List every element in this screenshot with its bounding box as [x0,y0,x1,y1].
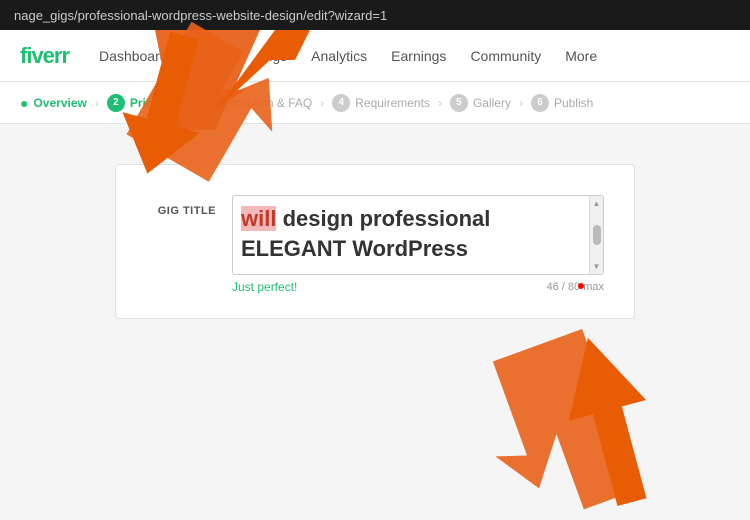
step-description-num: 3 [191,94,209,112]
nav-item-gigs[interactable]: Gigs [258,48,287,64]
gig-title-input[interactable]: will design professionalELEGANT WordPres… [232,195,604,275]
step-gallery-label: Gallery [473,96,511,110]
step-sep-1: › [95,96,99,110]
step-sep-4: › [438,96,442,110]
step-sep-3: › [320,96,324,110]
fiverr-logo[interactable]: fiverr [20,43,69,69]
step-overview[interactable]: ● Overview [20,95,87,111]
scroll-thumb[interactable] [593,225,601,245]
step-pricing[interactable]: 2 Pricing [107,94,171,112]
wizard-steps: ● Overview › 2 Pricing › 3 Description &… [0,82,750,124]
gig-title-rest: design professionalELEGANT WordPress [241,206,490,261]
step-requirements-num: 4 [332,94,350,112]
step-pricing-num: 2 [107,94,125,112]
step-pricing-label: Pricing [130,96,171,110]
gig-title-row: GIG TITLE will design professionalELEGAN… [146,195,604,294]
step-gallery[interactable]: 5 Gallery [450,94,511,112]
step-publish-num: 6 [531,94,549,112]
step-publish-label: Publish [554,96,593,110]
gig-title-label: GIG TITLE [146,195,216,217]
highlighted-word: will [241,206,276,231]
red-dot-indicator [578,283,584,289]
nav-item-dashboard[interactable]: Dashboard [99,48,168,64]
step-requirements[interactable]: 4 Requirements [332,94,430,112]
nav-item-earnings[interactable]: Earnings [391,48,446,64]
step-requirements-label: Requirements [355,96,430,110]
nav-item-more[interactable]: More [565,48,597,64]
scroll-down-icon[interactable]: ▼ [593,262,601,271]
nav-menu: Dashboard Orders Gigs Analytics Earnings… [99,48,597,64]
step-description[interactable]: 3 Description & FAQ [191,94,313,112]
nav-item-community[interactable]: Community [470,48,541,64]
url-bar: nage_gigs/professional-wordpress-website… [0,0,750,30]
gig-title-input-wrap: will design professionalELEGANT WordPres… [232,195,604,294]
nav-item-orders[interactable]: Orders [192,48,235,64]
url-text: nage_gigs/professional-wordpress-website… [14,8,387,23]
nav-bar: fiverr Dashboard Orders Gigs Analytics E… [0,30,750,82]
step-gallery-num: 5 [450,94,468,112]
status-text: Just perfect! [232,280,297,294]
scroll-up-icon[interactable]: ▲ [593,199,601,208]
step-overview-label: Overview [33,96,86,110]
nav-item-analytics[interactable]: Analytics [311,48,367,64]
form-card: GIG TITLE will design professionalELEGAN… [115,164,635,319]
step-overview-icon: ● [20,95,28,111]
main-content: GIG TITLE will design professionalELEGAN… [0,124,750,520]
step-sep-2: › [179,96,183,110]
step-publish[interactable]: 6 Publish [531,94,593,112]
char-count-text: 46 / 80 max [547,281,604,293]
scrollbar[interactable]: ▲ ▼ [589,196,603,274]
char-count-row: Just perfect! 46 / 80 max [232,280,604,294]
step-description-label: Description & FAQ [214,96,313,110]
step-sep-5: › [519,96,523,110]
